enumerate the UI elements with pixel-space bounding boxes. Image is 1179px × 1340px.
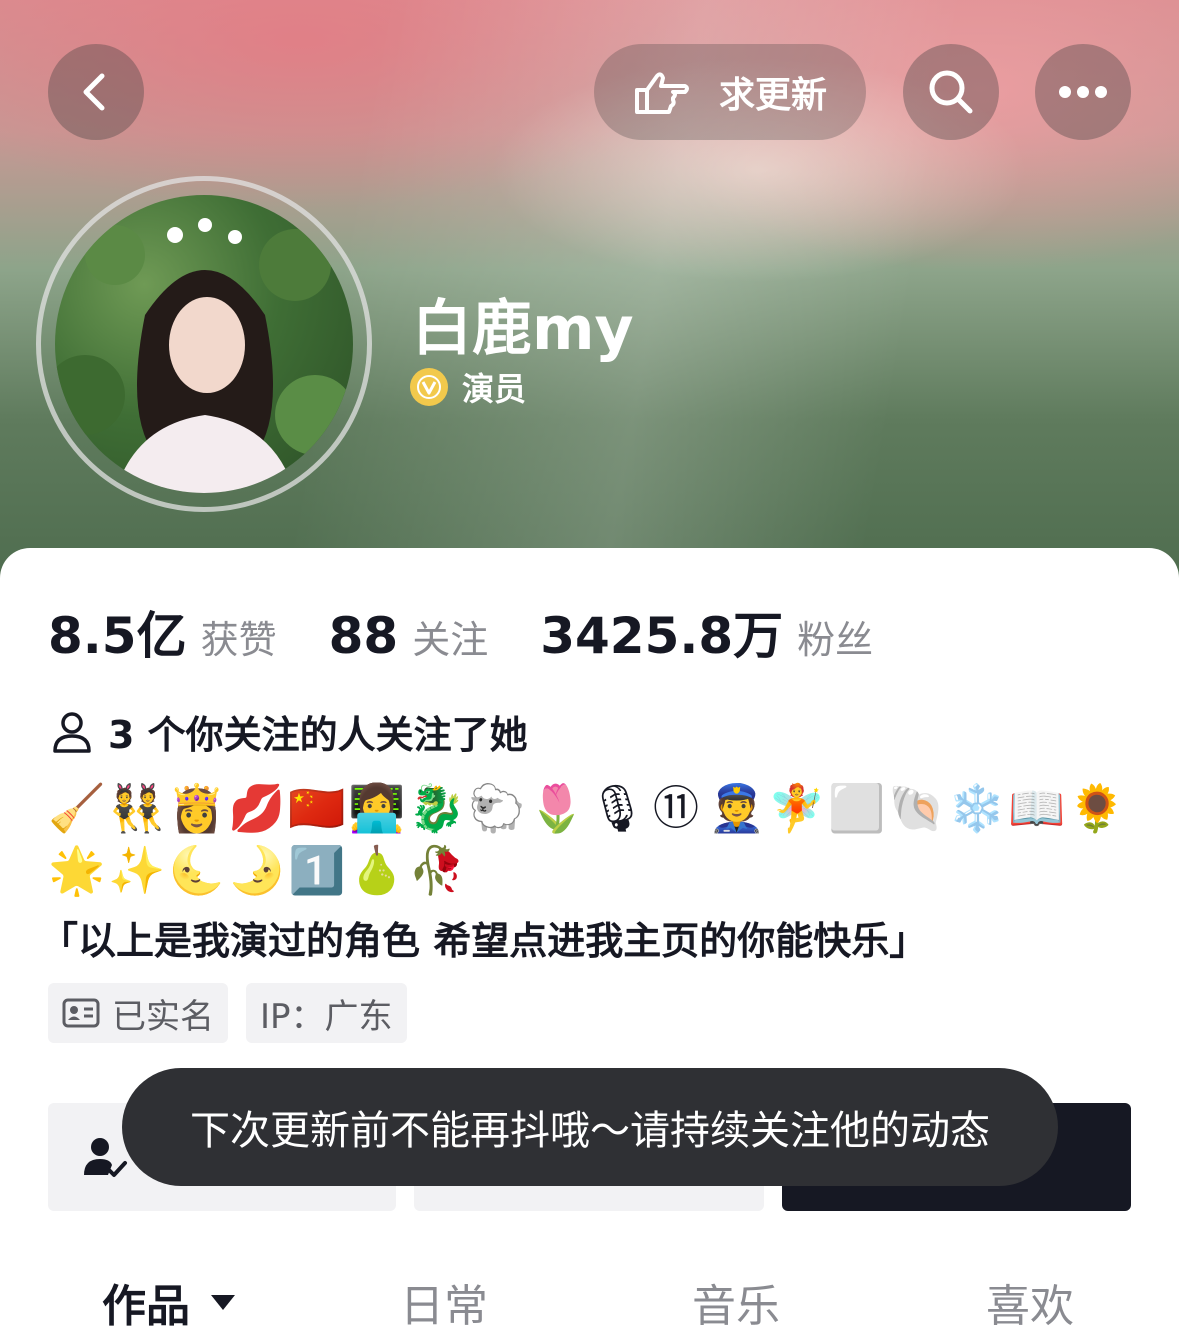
- mutual-follow-text: 3 个你关注的人关注了她: [108, 713, 528, 757]
- bio-emoji: 🌛: [228, 843, 290, 897]
- back-button[interactable]: [48, 44, 144, 140]
- bio-emoji: 🎙: [588, 781, 651, 835]
- stat-value: 88: [328, 607, 399, 665]
- bio-emoji: ✨: [108, 843, 170, 897]
- bio-text: 「以上是我演过的角色 希望点进我主页的你能快乐」: [40, 919, 928, 963]
- user-check-icon: [84, 1138, 127, 1177]
- bio-emoji: 🐑: [468, 781, 530, 835]
- bio-emoji: 1️⃣: [288, 843, 350, 897]
- tab-label: 喜欢: [986, 1281, 1074, 1332]
- search-icon: [929, 70, 973, 114]
- stat-likes[interactable]: 8.5亿 获赞: [48, 596, 277, 668]
- verified-v-icon: [410, 368, 448, 406]
- tab-works[interactable]: 作品: [102, 1270, 236, 1334]
- mutual-follow-row[interactable]: 3 个你关注的人关注了她: [50, 704, 528, 759]
- bio-emoji: 👸: [168, 781, 230, 835]
- bio-emoji-row-1: 🧹👯👸💋🇨🇳👩‍💻🐉🐑🌷🎙⑪ 👮🧚⬜🐚❄️📖🌻: [48, 778, 1128, 838]
- ip-location-tag: IP：广东: [246, 983, 407, 1043]
- bio-emoji: 🍐: [348, 843, 410, 897]
- pointing-hand-icon: [634, 72, 689, 114]
- caret-down-icon: [211, 1295, 235, 1310]
- bio-emoji: ❄️: [948, 781, 1010, 835]
- bio-emoji: ⑪: [653, 781, 703, 835]
- chevron-left-icon: [83, 73, 105, 111]
- bio-emoji: 🐚: [888, 781, 950, 835]
- avatar[interactable]: [36, 176, 372, 512]
- tab-label: 音乐: [692, 1281, 780, 1332]
- stat-label: 关注: [412, 618, 489, 662]
- bio-emoji: 👯: [108, 781, 170, 835]
- person-icon: [53, 711, 91, 753]
- bio-emoji: 🥀: [408, 843, 470, 897]
- bio-emoji: 💋: [228, 781, 290, 835]
- bio-emoji: 👩‍💻: [348, 781, 410, 835]
- id-card-icon: [62, 998, 100, 1028]
- content-tabs: 作品 日常 音乐 喜欢: [0, 1270, 1179, 1340]
- tab-likes[interactable]: 喜欢: [986, 1270, 1074, 1334]
- bio-emoji: 🌟: [48, 843, 110, 897]
- bio-emoji: 🧚: [768, 781, 830, 835]
- verified-label: 演员: [462, 370, 527, 408]
- stat-followers[interactable]: 3425.8万 粉丝: [540, 596, 873, 668]
- bio-emoji: 📖: [1008, 781, 1070, 835]
- request-update-button[interactable]: 求更新: [594, 44, 866, 140]
- bio-emoji: 🌷: [528, 781, 590, 835]
- bio-emoji: 👮: [708, 781, 770, 835]
- ip-location-label: IP：广东: [260, 996, 393, 1037]
- tab-daily[interactable]: 日常: [400, 1270, 488, 1334]
- bio-emoji: 🧹: [48, 781, 110, 835]
- stat-label: 获赞: [200, 618, 277, 662]
- stat-following[interactable]: 88 关注: [329, 607, 489, 665]
- toast-message: 下次更新前不能再抖哦～请持续关注他的动态: [122, 1068, 1058, 1186]
- search-button[interactable]: [903, 44, 999, 140]
- more-horizontal-icon: [1059, 86, 1107, 98]
- bio-emoji: 🌻: [1068, 781, 1130, 835]
- stat-value: 3425.8万: [540, 607, 784, 665]
- real-name-tag: 已实名: [48, 983, 228, 1043]
- bio-emoji: 🇨🇳: [288, 781, 350, 835]
- bio-emoji: ⬜: [828, 781, 890, 835]
- more-button[interactable]: [1035, 44, 1131, 140]
- verified-badge[interactable]: 演员: [410, 364, 526, 410]
- bio-emoji: 🐉: [408, 781, 470, 835]
- request-update-label: 求更新: [718, 75, 827, 116]
- real-name-label: 已实名: [112, 996, 214, 1037]
- bio-emoji: 🌜: [168, 843, 230, 897]
- tab-music[interactable]: 音乐: [692, 1270, 780, 1334]
- avatar-image: [55, 195, 353, 493]
- tab-label: 日常: [400, 1281, 488, 1332]
- stat-label: 粉丝: [797, 618, 874, 662]
- tab-label: 作品: [102, 1281, 190, 1332]
- stat-value: 8.5亿: [48, 607, 187, 665]
- profile-name: 白鹿my: [412, 294, 634, 364]
- bio-emoji-row-2: 🌟✨🌜🌛1️⃣🍐🥀: [48, 840, 468, 900]
- stats-row: 8.5亿 获赞 88 关注 3425.8万 粉丝: [48, 596, 925, 668]
